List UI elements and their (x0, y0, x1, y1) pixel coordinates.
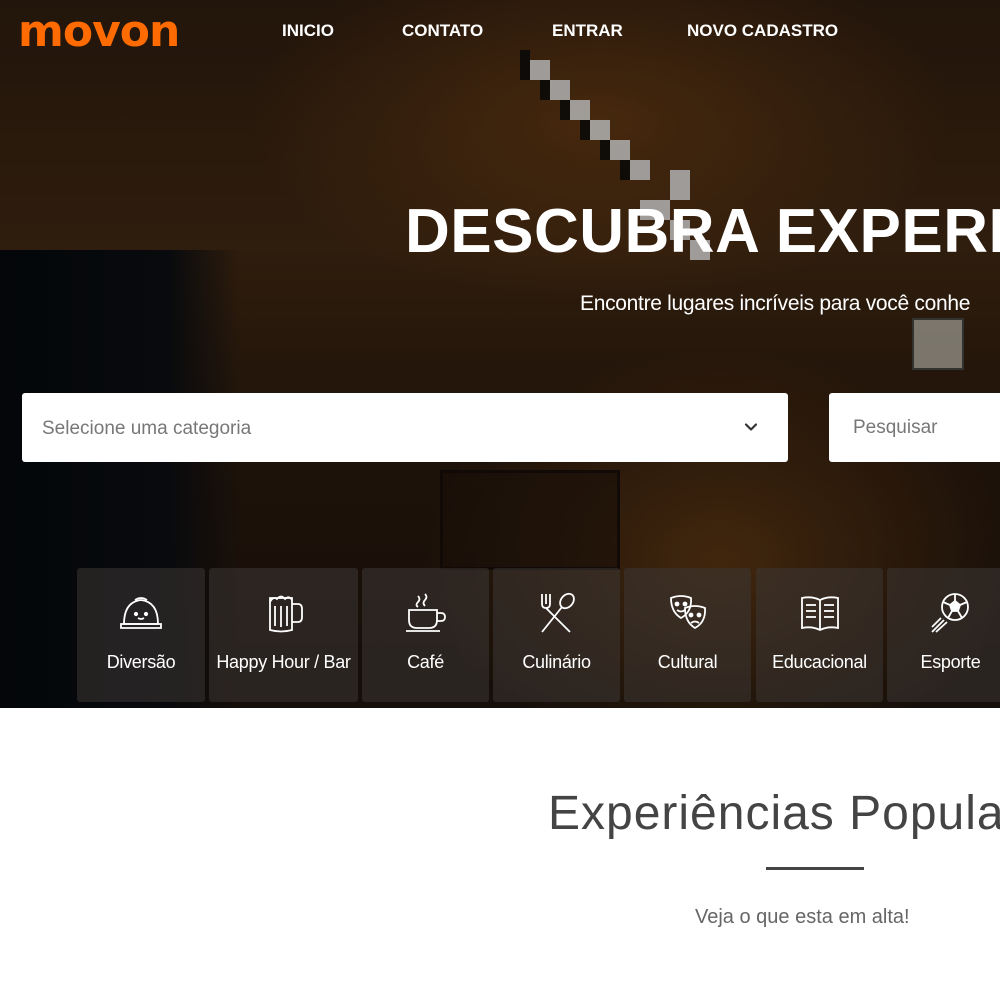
nav-link-contato[interactable]: CONTATO (402, 21, 483, 41)
hero-headline: DESCUBRA EXPERIÊ (405, 197, 1000, 266)
category-esporte[interactable]: Esporte (887, 568, 1000, 702)
category-label: Esporte (920, 652, 981, 672)
open-book-icon (800, 596, 839, 632)
brand-logo[interactable]: movon (18, 6, 180, 57)
category-culinario[interactable]: Culinário (493, 568, 620, 702)
top-navigation: movon INICIO CONTATO ENTRAR NOVO CADASTR… (0, 0, 1000, 64)
category-label: Diversão (106, 652, 176, 672)
category-select[interactable]: Selecione uma categoria (22, 393, 788, 462)
hero-banner: movon INICIO CONTATO ENTRAR NOVO CADASTR… (0, 0, 1000, 708)
category-label: Educacional (772, 652, 867, 672)
category-label: Cultural (657, 652, 718, 672)
category-label: Café (407, 652, 444, 672)
category-select-placeholder: Selecione uma categoria (42, 418, 252, 439)
theater-masks-icon (669, 595, 706, 630)
category-label: Happy Hour / Bar (216, 652, 351, 672)
fork-spoon-icon (540, 592, 575, 633)
soccer-ball-icon (930, 593, 969, 633)
category-cafe[interactable]: Café (362, 568, 489, 702)
nav-link-entrar[interactable]: ENTRAR (552, 21, 623, 41)
chevron-down-icon (744, 423, 758, 431)
nav-link-inicio[interactable]: INICIO (282, 21, 334, 41)
search-input[interactable] (829, 393, 1000, 462)
category-label: Culinário (522, 652, 591, 672)
nav-link-novo-cadastro[interactable]: NOVO CADASTRO (687, 21, 838, 41)
category-cultural[interactable]: Cultural (624, 568, 751, 702)
popular-section-subtitle: Veja o que esta em alta! (695, 906, 910, 928)
helmet-icon (120, 597, 162, 629)
hero-subheadline: Encontre lugares incríveis para você con… (580, 292, 971, 315)
popular-section-divider (766, 867, 864, 870)
popular-section-title: Experiências Popula (548, 787, 1000, 840)
category-educacional[interactable]: Educacional (756, 568, 883, 702)
category-happy-hour-bar[interactable]: Happy Hour / Bar (209, 568, 358, 702)
category-diversao[interactable]: Diversão (77, 568, 205, 702)
beer-mug-icon (268, 595, 303, 633)
coffee-cup-icon (405, 593, 446, 632)
